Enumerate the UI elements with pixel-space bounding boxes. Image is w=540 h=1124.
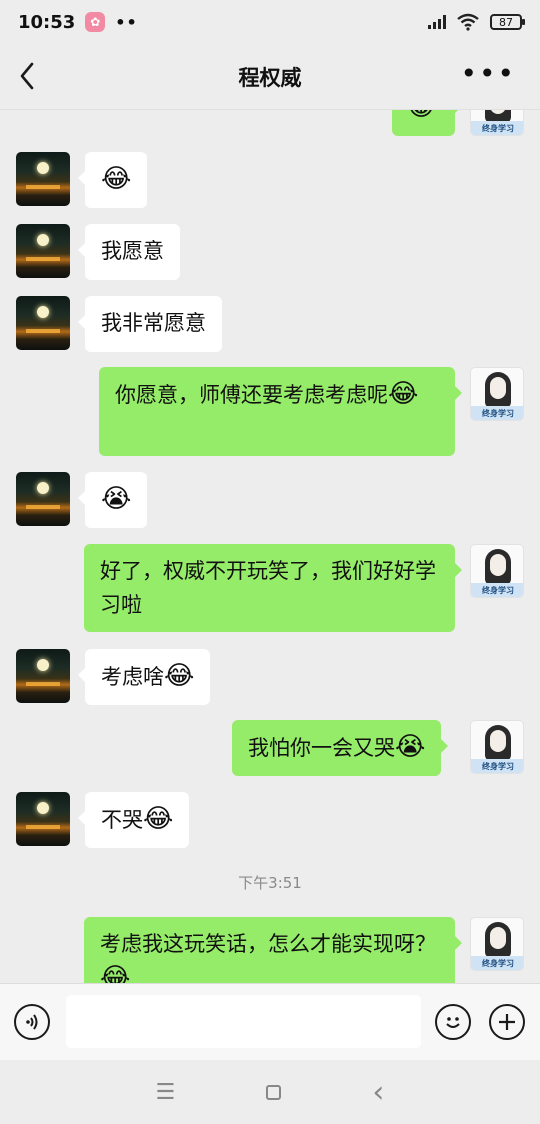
message-bubble-sent[interactable]: 好了，权威不开玩笑了，我们好好学习啦 — [84, 544, 462, 632]
voice-wave-icon — [26, 1014, 38, 1030]
message-text: 我非常愿意 — [101, 311, 206, 335]
my-avatar[interactable]: 终身学习 — [470, 110, 524, 136]
message-text: 考虑我这玩笑话，怎么才能实现呀？ — [100, 932, 436, 956]
message-bubble-received[interactable]: 考虑啥😂 — [77, 649, 211, 705]
laugh-cry-emoji-icon: 😂 — [100, 963, 131, 983]
avatar-tag: 终身学习 — [471, 121, 523, 135]
message-text: 不哭 — [101, 808, 143, 832]
message-text: 考虑啥 — [101, 665, 164, 689]
emoji-icon[interactable] — [435, 1004, 471, 1040]
my-avatar[interactable]: 终身学习 — [470, 720, 524, 774]
laugh-cry-emoji-icon: 😂 — [406, 110, 436, 122]
avatar-tag: 终身学习 — [471, 759, 523, 773]
avatar-tag: 终身学习 — [471, 583, 523, 597]
message-text: 我怕你一会又哭 — [248, 736, 395, 760]
status-left: 10:53 ✿ •• — [18, 12, 138, 33]
input-bar — [0, 983, 540, 1060]
message-bubble-received[interactable]: 我非常愿意 — [78, 296, 222, 352]
loudly-crying-emoji-icon: 😭 — [395, 732, 426, 762]
avatar-tag: 终身学习 — [471, 956, 523, 970]
laugh-cry-emoji-icon: 😂 — [101, 164, 132, 194]
status-right: 87 — [428, 13, 525, 31]
menu-icon[interactable]: ☰ — [156, 1080, 176, 1105]
wifi-icon — [457, 13, 479, 31]
contact-avatar[interactable] — [16, 649, 70, 703]
my-avatar[interactable]: 终身学习 — [470, 544, 524, 598]
loudly-crying-emoji-icon: 😭 — [101, 484, 132, 514]
chevron-left-icon[interactable] — [14, 58, 44, 94]
laugh-cry-emoji-icon: 😂 — [388, 379, 419, 409]
contact-avatar[interactable] — [16, 472, 70, 526]
contact-avatar[interactable] — [16, 792, 70, 846]
laugh-cry-emoji-icon: 😂 — [164, 661, 195, 691]
app-notification-icon: ✿ — [85, 12, 106, 32]
battery-icon: 87 — [490, 14, 525, 30]
smiley-face-icon — [446, 1017, 460, 1028]
plus-icon[interactable] — [489, 1004, 525, 1040]
message-text: 好了，权威不开玩笑了，我们好好学习啦 — [100, 559, 436, 617]
message-bubble-sent[interactable]: 😂 — [392, 110, 462, 136]
contact-avatar[interactable] — [16, 152, 70, 206]
my-avatar[interactable]: 终身学习 — [470, 367, 524, 421]
message-timestamp: 下午3:51 — [238, 874, 302, 892]
message-bubble-sent[interactable]: 你愿意，师傅还要考虑考虑呢😂 — [99, 367, 462, 456]
signal-icon — [428, 15, 446, 29]
chat-title: 程权威 — [238, 65, 302, 90]
home-icon[interactable] — [266, 1084, 282, 1100]
message-bubble-sent[interactable]: 考虑我这玩笑话，怎么才能实现呀？ 😂 — [84, 917, 462, 983]
message-bubble-sent[interactable]: 我怕你一会又哭😭 — [232, 720, 449, 776]
chat-header: 程权威 ••• — [0, 44, 540, 110]
back-icon[interactable]: ‹ — [372, 1075, 384, 1110]
laugh-cry-emoji-icon: 😂 — [143, 804, 174, 834]
contact-avatar[interactable] — [16, 296, 70, 350]
chat-area[interactable]: 😂 终身学习 😂 我愿意 我非常愿意 你愿意，师傅还要考虑考虑呢😂 终身学习 😭 — [0, 110, 540, 983]
message-text: 你愿意，师傅还要考虑考虑呢 — [115, 383, 388, 407]
contact-avatar[interactable] — [16, 224, 70, 278]
avatar-tag: 终身学习 — [471, 406, 523, 420]
status-dots: •• — [115, 12, 138, 32]
status-time: 10:53 — [18, 11, 76, 33]
message-bubble-received[interactable]: 😂 — [78, 152, 147, 208]
message-bubble-received[interactable]: 我愿意 — [78, 224, 180, 280]
message-bubble-received[interactable]: 不哭😂 — [77, 792, 190, 848]
message-input[interactable] — [66, 995, 421, 1048]
message-bubble-received[interactable]: 😭 — [78, 472, 147, 528]
message-text: 我愿意 — [101, 239, 164, 263]
plus-glyph-icon — [499, 1014, 515, 1030]
my-avatar[interactable]: 终身学习 — [470, 917, 524, 971]
voice-icon[interactable] — [14, 1004, 50, 1040]
system-nav-bar: ☰ ‹ — [0, 1060, 540, 1124]
more-options-button[interactable]: ••• — [460, 60, 516, 88]
status-bar: 10:53 ✿ •• 87 — [0, 0, 540, 44]
